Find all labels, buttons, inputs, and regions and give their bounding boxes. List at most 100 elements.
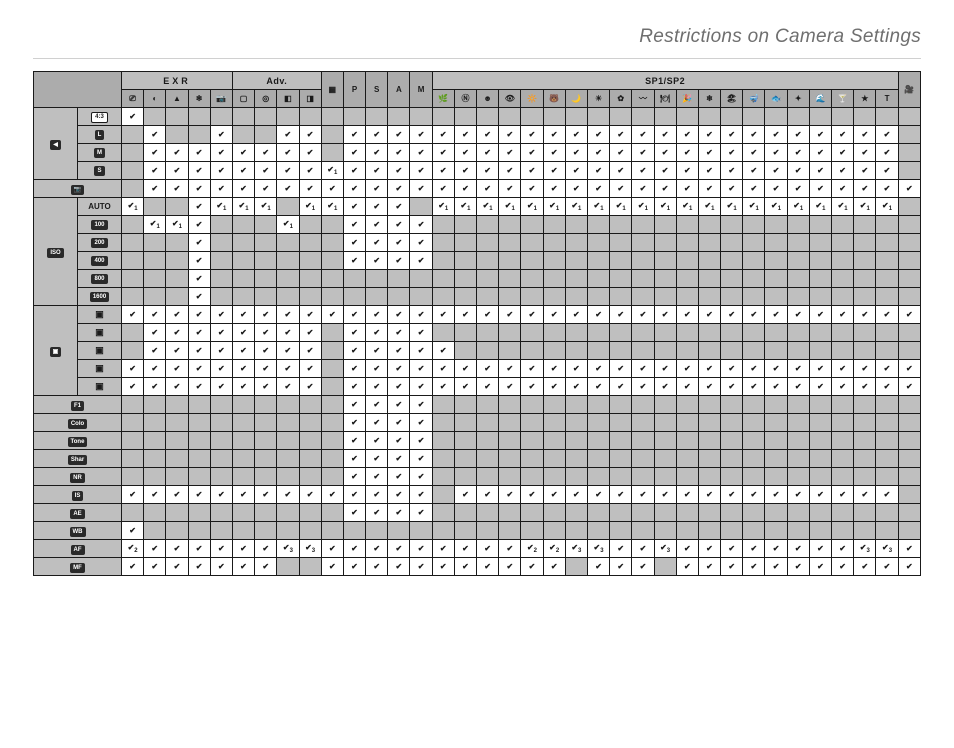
table-cell: ✔ [410,180,432,198]
table-cell [388,108,410,126]
table-cell [721,108,743,126]
table-cell: ✔ [721,378,743,396]
table-cell: ✔ [321,486,343,504]
table-cell [698,396,720,414]
table-cell: ✔ [743,378,765,396]
table-cell: ✔ [876,306,898,324]
table-row: AE✔✔✔✔ [34,504,921,522]
table-cell: ✔ [832,378,854,396]
table-cell: ✔ [565,144,587,162]
table-cell: ✔ [232,342,254,360]
table-cell [610,342,632,360]
table-cell [321,360,343,378]
table-cell [210,270,232,288]
table-cell: ✔ [477,540,499,558]
table-cell: ✔ [410,540,432,558]
table-cell [432,216,454,234]
row-label: ▣ [78,306,122,324]
table-cell [499,432,521,450]
table-cell [610,414,632,432]
table-cell: ✔ [343,360,365,378]
table-cell: ✔ [432,126,454,144]
col-sp-12: ❄ [698,90,720,108]
table-cell [210,252,232,270]
table-cell [787,432,809,450]
table-cell: ✔ [410,342,432,360]
table-cell: ✔ [832,558,854,576]
table-cell: ✔ [388,324,410,342]
table-cell [122,432,144,450]
col-adv-1: ◎ [255,90,277,108]
table-cell [743,270,765,288]
table-cell [144,504,166,522]
table-cell [787,252,809,270]
table-cell: ✔ [654,162,676,180]
table-cell [676,216,698,234]
table-cell: ✔1 [809,198,831,216]
table-cell [144,108,166,126]
table-cell [809,522,831,540]
table-cell: ✔ [654,378,676,396]
table-cell [632,432,654,450]
table-cell [277,252,299,270]
table-cell [787,324,809,342]
table-cell: ✔1 [166,216,188,234]
table-cell [299,432,321,450]
table-cell: ✔ [366,360,388,378]
table-cell: ✔ [321,180,343,198]
table-cell [565,522,587,540]
restrictions-table: EXR Adv. ▦ P S A M SP1/SP2 🎥 ⎚◐▲❄📷▢◎◧◨🌿Ⓝ… [33,71,921,576]
table-cell [432,324,454,342]
table-cell: ✔ [676,306,698,324]
table-cell [122,162,144,180]
table-cell: ✔ [299,306,321,324]
row-group-label: AE [34,504,122,522]
table-row: M✔✔✔✔✔✔✔✔✔✔✔✔✔✔✔✔✔✔✔✔✔✔✔✔✔✔✔✔✔✔✔✔✔ [34,144,921,162]
table-cell: ✔ [122,306,144,324]
table-cell [721,252,743,270]
group-adv: Adv. [232,72,321,90]
table-cell [477,288,499,306]
table-cell [299,216,321,234]
table-cell: ✔ [277,342,299,360]
table-cell [499,450,521,468]
table-cell [676,270,698,288]
col-sp-10: 🍽 [654,90,676,108]
table-cell [676,414,698,432]
table-cell: ✔ [698,126,720,144]
table-cell: ✔ [454,486,476,504]
table-cell [698,252,720,270]
table-cell [321,234,343,252]
table-cell: ✔ [787,306,809,324]
table-cell: ✔ [144,324,166,342]
table-cell [587,342,609,360]
table-cell [654,396,676,414]
table-cell [698,234,720,252]
table-cell [255,270,277,288]
table-cell [144,396,166,414]
table-cell: ✔ [166,558,188,576]
row-label: ▣ [78,342,122,360]
table-cell: ✔ [410,378,432,396]
table-cell: ✔ [188,144,210,162]
table-row: WB✔ [34,522,921,540]
table-row: F1✔✔✔✔ [34,396,921,414]
table-cell: ✔ [144,180,166,198]
table-cell: ✔ [388,216,410,234]
table-cell: ✔ [676,144,698,162]
table-cell: ✔ [144,360,166,378]
table-cell [122,126,144,144]
table-cell: ✔ [854,486,876,504]
table-cell: ✔ [366,180,388,198]
table-cell [743,504,765,522]
row-label: 100 [78,216,122,234]
table-cell [499,234,521,252]
table-cell: ✔ [166,486,188,504]
table-cell: ✔ [144,342,166,360]
table-cell: ✔ [654,126,676,144]
table-cell: ✔ [854,306,876,324]
table-cell [321,468,343,486]
table-cell: ✔ [388,144,410,162]
table-cell: ✔ [210,378,232,396]
row-label: ▣ [78,360,122,378]
